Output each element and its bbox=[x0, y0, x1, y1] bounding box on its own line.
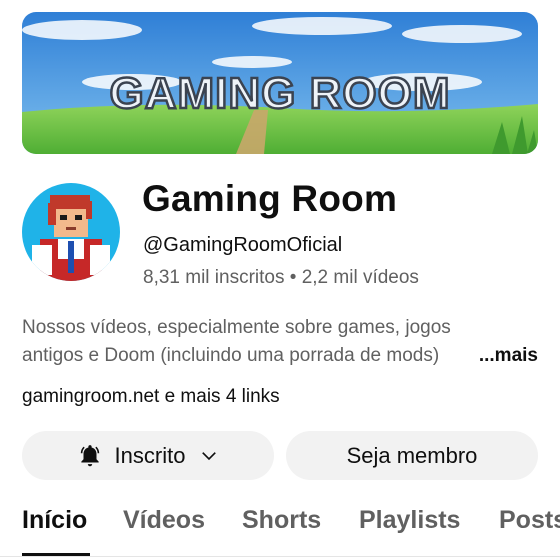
channel-link-domain[interactable]: gamingroom.net bbox=[22, 386, 159, 407]
join-membership-label: Seja membro bbox=[346, 442, 478, 468]
tab-posts[interactable]: Posts bbox=[499, 506, 560, 535]
bell-icon bbox=[80, 444, 99, 466]
channel-banner: GAMING ROOM bbox=[22, 12, 538, 154]
description-line-1: Nossos vídeos, especialmente sobre games… bbox=[22, 317, 451, 338]
subscribed-label: Inscrito bbox=[114, 442, 186, 468]
channel-name: Gaming Room bbox=[142, 178, 398, 219]
chevron-down-icon bbox=[202, 451, 217, 460]
subscribed-button[interactable]: Inscrito bbox=[22, 431, 274, 480]
banner-art: GAMING ROOM bbox=[22, 12, 538, 154]
description-line-2: antigos e Doom (incluindo uma porrada de… bbox=[22, 345, 440, 366]
tab-playlists[interactable]: Playlists bbox=[359, 506, 460, 535]
channel-description[interactable]: Nossos vídeos, especialmente sobre games… bbox=[22, 314, 538, 370]
join-membership-button[interactable]: Seja membro bbox=[286, 431, 538, 480]
tab-shorts[interactable]: Shorts bbox=[242, 506, 321, 535]
more-links-text[interactable]: e mais 4 links bbox=[159, 386, 280, 407]
description-line-2-wrap: antigos e Doom (incluindo uma porrada de… bbox=[22, 342, 538, 370]
more-link[interactable]: ...mais bbox=[479, 342, 538, 370]
tabs-divider bbox=[0, 556, 560, 557]
tab-videos[interactable]: Vídeos bbox=[123, 506, 205, 535]
channel-handle: @GamingRoomOficial bbox=[143, 234, 343, 256]
banner-title: GAMING ROOM bbox=[110, 69, 451, 118]
channel-links[interactable]: gamingroom.net e mais 4 links bbox=[22, 386, 280, 408]
tab-home[interactable]: Início bbox=[22, 506, 87, 535]
avatar[interactable] bbox=[22, 183, 120, 281]
more-link-wrap: ...mais bbox=[452, 342, 538, 370]
channel-tabs: Início Vídeos Shorts Playlists Posts bbox=[22, 506, 560, 560]
avatar-image bbox=[22, 183, 120, 281]
channel-stats: 8,31 mil inscritos • 2,2 mil vídeos bbox=[143, 267, 419, 288]
